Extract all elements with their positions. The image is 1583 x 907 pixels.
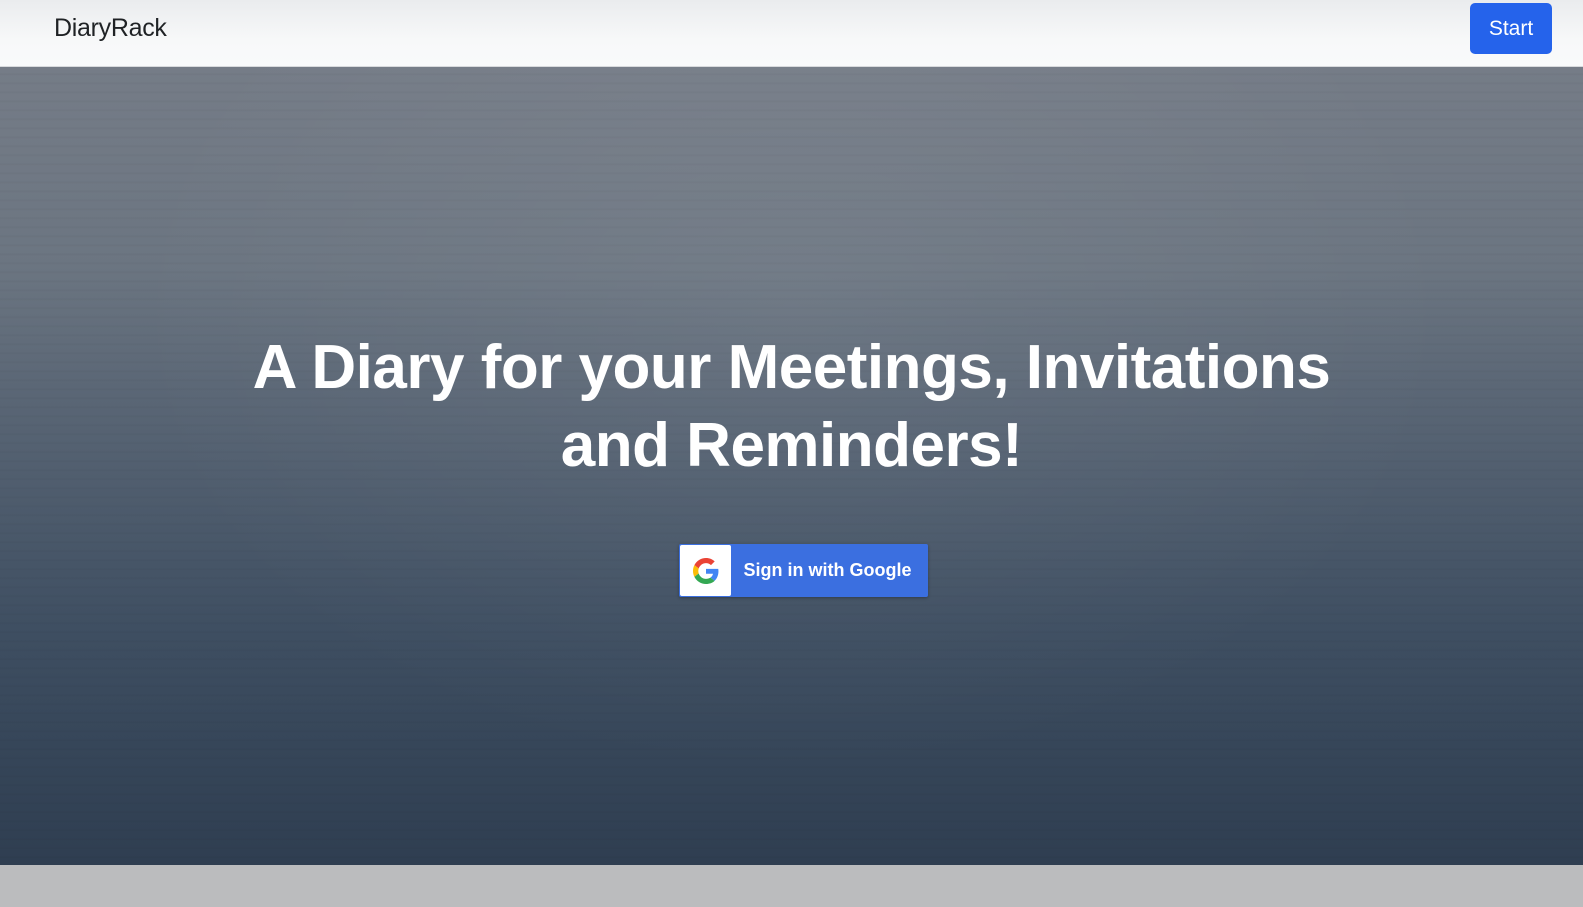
- hero-headline-line-1: A Diary for your Meetings, Invitations: [252, 333, 1331, 402]
- google-icon-container: [680, 545, 731, 596]
- start-button[interactable]: Start: [1470, 3, 1552, 54]
- hero-section: A Diary for your Meetings, Invitations a…: [0, 67, 1583, 865]
- hero-headline: A Diary for your Meetings, Invitations a…: [0, 329, 1583, 485]
- brand-logo[interactable]: DiaryRack: [54, 14, 167, 43]
- google-sign-in-label: Sign in with Google: [743, 560, 912, 580]
- navbar: DiaryRack Start: [0, 0, 1583, 67]
- google-g-icon: [692, 557, 718, 584]
- footer-strip: [0, 865, 1583, 907]
- hero-headline-line-2: and Reminders!: [560, 411, 1023, 480]
- google-sign-in-button[interactable]: Sign in with Google: [679, 544, 928, 597]
- page: DiaryRack Start A Diary for your Meeting…: [0, 0, 1583, 907]
